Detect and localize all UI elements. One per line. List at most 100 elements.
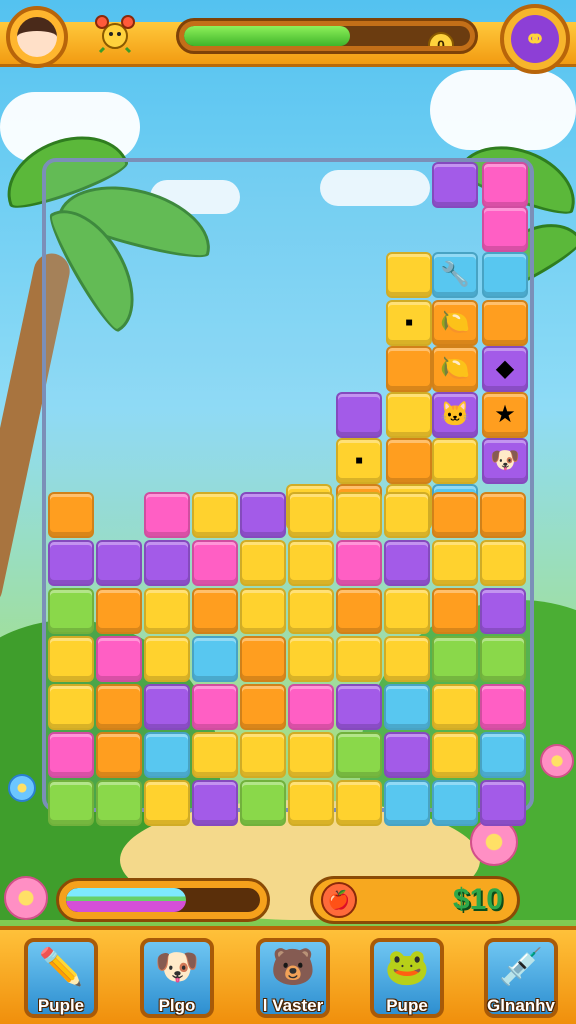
board-tile[interactable]: 🔧 — [432, 252, 478, 298]
board-tile[interactable] — [144, 492, 190, 538]
board-tile[interactable] — [384, 780, 430, 826]
board-tile[interactable] — [192, 684, 238, 730]
board-tile[interactable] — [240, 684, 286, 730]
player-avatar[interactable] — [6, 6, 68, 68]
game-board[interactable]: 🔧🍋◆🍋▪🐱★▪🐶♥🍃 — [42, 158, 534, 826]
board-tile[interactable] — [432, 588, 478, 634]
board-tile[interactable] — [240, 636, 286, 682]
board-tile[interactable] — [480, 732, 526, 778]
board-tile[interactable]: 🐱 — [432, 392, 478, 438]
board-tile[interactable] — [384, 636, 430, 682]
board-tile[interactable] — [240, 780, 286, 826]
board-tile[interactable] — [192, 588, 238, 634]
board-tile[interactable]: ◆ — [482, 346, 528, 392]
board-tile[interactable] — [192, 492, 238, 538]
board-tile[interactable] — [144, 780, 190, 826]
board-tile[interactable] — [192, 732, 238, 778]
board-tile[interactable] — [144, 732, 190, 778]
board-tile[interactable] — [192, 780, 238, 826]
board-tile[interactable] — [386, 438, 432, 484]
coin-counter[interactable]: 🍎 $10 — [310, 876, 520, 924]
board-tile[interactable] — [240, 732, 286, 778]
dock-button-glnanhv[interactable]: 💉 Glnanhv — [484, 938, 558, 1018]
board-tile[interactable] — [336, 492, 382, 538]
board-tile[interactable]: 🍋 — [432, 346, 478, 392]
board-tile[interactable] — [432, 684, 478, 730]
board-tile[interactable] — [96, 732, 142, 778]
board-tile[interactable] — [432, 162, 478, 208]
board-tile[interactable] — [482, 162, 528, 208]
board-tile[interactable] — [96, 636, 142, 682]
board-tile[interactable] — [192, 636, 238, 682]
board-tile[interactable] — [48, 636, 94, 682]
board-tile[interactable] — [336, 780, 382, 826]
board-tile[interactable] — [240, 540, 286, 586]
board-tile[interactable] — [96, 588, 142, 634]
board-tile[interactable] — [48, 540, 94, 586]
board-tile[interactable] — [192, 540, 238, 586]
board-tile[interactable] — [384, 540, 430, 586]
board-tile[interactable] — [48, 492, 94, 538]
board-tile[interactable] — [48, 780, 94, 826]
board-tile[interactable]: ★ — [482, 392, 528, 438]
board-tile[interactable] — [386, 252, 432, 298]
board-tile[interactable] — [288, 588, 334, 634]
board-tile[interactable] — [386, 346, 432, 392]
dock-button-vaster[interactable]: 🐻 l Vaster — [256, 938, 330, 1018]
board-tile[interactable] — [482, 252, 528, 298]
board-tile[interactable] — [336, 540, 382, 586]
board-tile[interactable] — [432, 636, 478, 682]
board-tile[interactable] — [432, 438, 478, 484]
board-tile[interactable] — [144, 684, 190, 730]
board-tile[interactable] — [480, 636, 526, 682]
dock-button-puple[interactable]: ✏️ Puple — [24, 938, 98, 1018]
xp-progress-fill — [184, 26, 350, 46]
board-tile[interactable] — [336, 636, 382, 682]
board-tile[interactable] — [336, 588, 382, 634]
board-tile[interactable]: 🍋 — [432, 300, 478, 346]
board-tile[interactable] — [480, 492, 526, 538]
board-tile[interactable] — [480, 780, 526, 826]
dock-button-plgo[interactable]: 🐶 Plgo — [140, 938, 214, 1018]
board-tile[interactable] — [144, 636, 190, 682]
board-tile[interactable] — [96, 540, 142, 586]
board-tile[interactable] — [336, 732, 382, 778]
board-tile[interactable] — [336, 392, 382, 438]
board-tile[interactable] — [482, 300, 528, 346]
board-tile[interactable] — [480, 588, 526, 634]
board-tile[interactable] — [480, 540, 526, 586]
board-tile[interactable] — [384, 732, 430, 778]
board-tile[interactable] — [288, 492, 334, 538]
board-tile[interactable] — [96, 780, 142, 826]
board-tile[interactable] — [48, 684, 94, 730]
dock-button-pupe[interactable]: 🐸 Pupe — [370, 938, 444, 1018]
board-tile[interactable] — [144, 588, 190, 634]
board-tile[interactable] — [432, 732, 478, 778]
board-tile[interactable] — [144, 540, 190, 586]
board-tile[interactable] — [288, 636, 334, 682]
board-tile[interactable] — [482, 206, 528, 252]
board-tile[interactable] — [288, 684, 334, 730]
board-tile[interactable] — [240, 588, 286, 634]
board-tile[interactable]: ▪ — [386, 300, 432, 346]
board-tile[interactable] — [336, 684, 382, 730]
board-tile[interactable] — [288, 540, 334, 586]
menu-button[interactable]: ⚭ — [500, 4, 570, 74]
board-tile[interactable] — [432, 540, 478, 586]
board-tile[interactable]: ▪ — [336, 438, 382, 484]
board-tile[interactable] — [288, 732, 334, 778]
board-tile[interactable] — [480, 684, 526, 730]
board-tile[interactable] — [48, 588, 94, 634]
board-tile[interactable]: 🐶 — [482, 438, 528, 484]
board-tile[interactable] — [288, 780, 334, 826]
board-tile[interactable] — [96, 684, 142, 730]
board-tile[interactable] — [384, 684, 430, 730]
board-tile[interactable] — [384, 588, 430, 634]
board-tile[interactable] — [432, 780, 478, 826]
board-tile[interactable] — [48, 732, 94, 778]
board-tile[interactable] — [384, 492, 430, 538]
board-tile[interactable] — [240, 492, 286, 538]
crab-icon[interactable] — [94, 12, 136, 54]
board-tile[interactable] — [386, 392, 432, 438]
board-tile[interactable] — [432, 492, 478, 538]
